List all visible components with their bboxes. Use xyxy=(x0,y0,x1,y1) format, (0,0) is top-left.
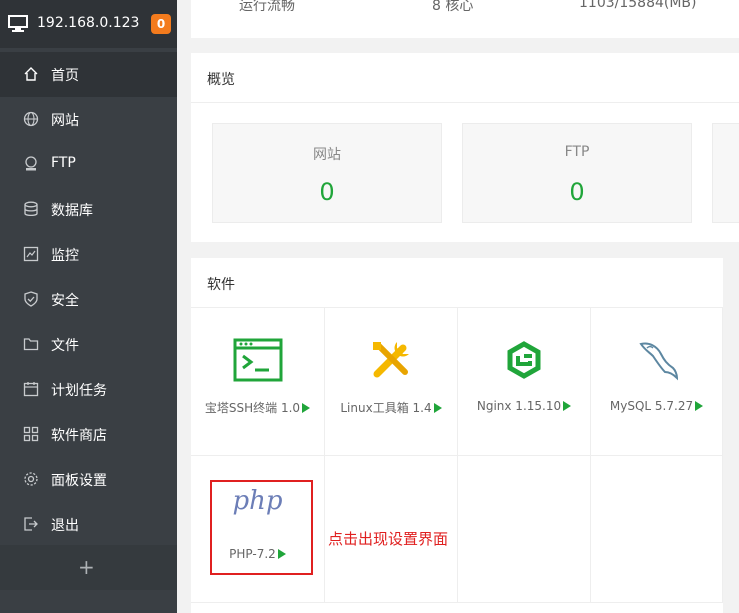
status-load: 运行流畅 xyxy=(239,0,295,14)
software-title: 软件 xyxy=(207,277,235,293)
nav-database[interactable]: 数据库 xyxy=(0,187,177,232)
add-button[interactable]: + xyxy=(78,555,95,579)
sidebar-header: 192.168.0.123 0 xyxy=(0,0,177,48)
nav-app-store[interactable]: 软件商店 xyxy=(0,412,177,457)
nav-cron[interactable]: 计划任务 xyxy=(0,367,177,412)
nav-files-label: 文件 xyxy=(51,338,79,354)
notification-badge[interactable]: 0 xyxy=(151,14,171,34)
software-item-mysql[interactable]: MySQL 5.7.27 xyxy=(591,308,723,456)
nav-website-label: 网站 xyxy=(51,113,79,129)
nav-home-label: 首页 xyxy=(51,68,79,84)
tools-icon xyxy=(373,342,409,378)
monitor-icon xyxy=(23,246,39,262)
software-item-label: 宝塔SSH终端 1.0 xyxy=(191,399,324,416)
calendar-icon xyxy=(23,382,39,397)
software-item-linux-tools[interactable]: Linux工具箱 1.4 xyxy=(325,308,458,456)
overview-ftp-label: FTP xyxy=(564,144,590,160)
overview-ftp-count: 0 xyxy=(569,178,585,206)
status-memory: 1103/15884(MB) xyxy=(579,0,697,11)
nav-monitor[interactable]: 监控 xyxy=(0,232,177,277)
gear-icon xyxy=(24,472,38,486)
nav-files[interactable]: 文件 xyxy=(0,322,177,367)
server-host: 192.168.0.123 xyxy=(37,15,140,31)
nav-app-store-label: 软件商店 xyxy=(51,428,107,444)
nav-monitor-label: 监控 xyxy=(51,248,79,264)
logout-icon xyxy=(24,517,38,531)
computer-icon xyxy=(8,15,28,32)
folder-icon xyxy=(23,338,39,351)
database-icon xyxy=(24,201,38,217)
overview-database-box[interactable] xyxy=(712,123,739,223)
nav-panel-settings[interactable]: 面板设置 xyxy=(0,457,177,502)
play-icon[interactable] xyxy=(695,401,704,411)
nav-home[interactable]: 首页 xyxy=(0,52,177,97)
overview-website-box[interactable]: 网站 0 xyxy=(212,123,442,223)
overview-website-count: 0 xyxy=(319,178,335,206)
globe-icon xyxy=(23,111,39,127)
status-card: 运行流畅 8 核心 1103/15884(MB) xyxy=(191,0,739,38)
divider xyxy=(191,102,739,103)
software-slot-empty xyxy=(591,456,723,603)
ftp-icon xyxy=(25,156,37,171)
play-icon[interactable] xyxy=(563,401,572,411)
sidebar: 192.168.0.123 0 首页 网站 FTP 数据库 监控 安全 文件 计… xyxy=(0,0,177,613)
nav-website[interactable]: 网站 xyxy=(0,97,177,142)
nginx-icon xyxy=(507,341,541,379)
status-cpu: 8 核心 xyxy=(432,0,474,14)
annotation-text: 点击出现设置界面 xyxy=(328,530,449,548)
nav-security[interactable]: 安全 xyxy=(0,277,177,322)
play-icon[interactable] xyxy=(302,403,311,413)
play-icon[interactable] xyxy=(433,403,442,413)
home-icon xyxy=(24,67,38,81)
software-slot-empty xyxy=(458,456,591,603)
overview-title: 概览 xyxy=(207,72,235,88)
software-item-label: Nginx 1.15.10 xyxy=(458,399,590,413)
nav-cron-label: 计划任务 xyxy=(51,383,107,399)
software-item-ssh[interactable]: 宝塔SSH终端 1.0 xyxy=(191,308,325,456)
nav-logout[interactable]: 退出 xyxy=(0,502,177,547)
overview-card: 概览 网站 0 FTP 0 xyxy=(191,53,739,242)
software-item-label: Linux工具箱 1.4 xyxy=(325,399,457,416)
terminal-icon xyxy=(233,338,282,382)
nav-ftp-label: FTP xyxy=(51,155,76,171)
software-item-label: MySQL 5.7.27 xyxy=(591,399,722,413)
sidebar-footer: + xyxy=(0,545,177,590)
nav-database-label: 数据库 xyxy=(51,203,93,219)
overview-ftp-box[interactable]: FTP 0 xyxy=(462,123,692,223)
overview-website-label: 网站 xyxy=(313,147,341,163)
nav-security-label: 安全 xyxy=(51,293,79,309)
nav-panel-settings-label: 面板设置 xyxy=(51,473,107,489)
software-item-nginx[interactable]: Nginx 1.15.10 xyxy=(458,308,591,456)
mysql-dolphin-icon xyxy=(638,342,678,381)
shield-icon xyxy=(24,291,38,307)
highlight-box xyxy=(210,480,313,575)
nav-logout-label: 退出 xyxy=(51,518,79,534)
nav-ftp[interactable]: FTP xyxy=(0,142,177,187)
grid-icon xyxy=(23,426,39,442)
